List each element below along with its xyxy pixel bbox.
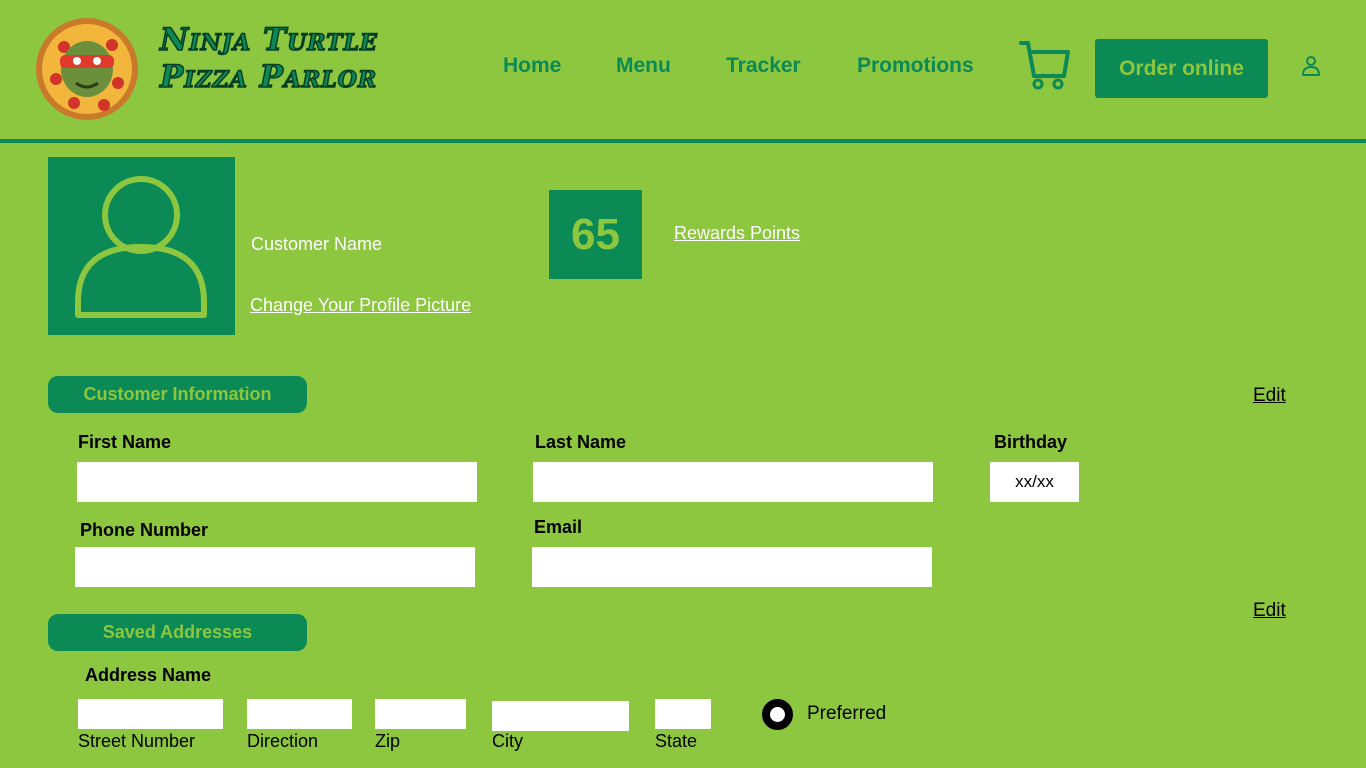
profile-avatar-icon <box>75 176 207 318</box>
birthday-input[interactable] <box>990 462 1079 502</box>
saved-addresses-header: Saved Addresses <box>48 614 307 651</box>
state-label: State <box>655 731 698 751</box>
site-header: Ninja Turtle Pizza Parlor Home Menu Trac… <box>0 0 1366 140</box>
email-input[interactable] <box>532 547 932 587</box>
site-logo-text[interactable]: Ninja Turtle Pizza Parlor <box>159 21 400 96</box>
zip-label: Zip <box>375 731 401 751</box>
direction-input[interactable] <box>247 699 352 729</box>
logo-line-1: Ninja Turtle <box>159 21 378 59</box>
direction-label: Direction <box>247 731 319 751</box>
edit-addresses-link[interactable]: Edit <box>1253 600 1286 622</box>
street-number-label: Street Number <box>78 731 196 751</box>
last-name-label: Last Name <box>535 432 627 452</box>
nav-tracker[interactable]: Tracker <box>726 54 801 78</box>
nav-promotions[interactable]: Promotions <box>857 54 974 78</box>
email-label: Email <box>534 517 583 537</box>
phone-number-label: Phone Number <box>80 520 209 540</box>
city-input[interactable] <box>492 701 629 731</box>
rewards-points-link[interactable]: Rewards Points <box>674 223 800 244</box>
preferred-label: Preferred <box>807 703 887 724</box>
birthday-label: Birthday <box>994 432 1068 452</box>
city-label: City <box>492 731 523 751</box>
edit-customer-info-link[interactable]: Edit <box>1253 385 1286 407</box>
first-name-input[interactable] <box>77 462 477 502</box>
zip-input[interactable] <box>375 699 466 729</box>
header-divider <box>0 139 1366 143</box>
pizza-turtle-logo-icon[interactable] <box>34 17 140 121</box>
user-account-icon[interactable] <box>1299 54 1323 78</box>
customer-information-header: Customer Information <box>48 376 307 413</box>
first-name-label: First Name <box>78 432 172 452</box>
logo-line-2: Pizza Parlor <box>159 58 378 96</box>
nav-menu[interactable]: Menu <box>616 54 671 78</box>
nav-home[interactable]: Home <box>503 54 561 78</box>
profile-picture[interactable] <box>48 157 235 335</box>
shopping-cart-icon[interactable] <box>1018 38 1072 92</box>
customer-name: Customer Name <box>251 234 383 254</box>
preferred-radio[interactable] <box>762 699 793 730</box>
phone-number-input[interactable] <box>75 547 475 587</box>
rewards-points-badge: 65 <box>549 190 642 279</box>
order-online-button[interactable]: Order online <box>1095 39 1268 98</box>
address-name-label: Address Name <box>85 665 212 685</box>
state-input[interactable] <box>655 699 711 729</box>
last-name-input[interactable] <box>533 462 933 502</box>
street-number-input[interactable] <box>78 699 223 729</box>
change-profile-picture-link[interactable]: Change Your Profile Picture <box>250 295 471 316</box>
